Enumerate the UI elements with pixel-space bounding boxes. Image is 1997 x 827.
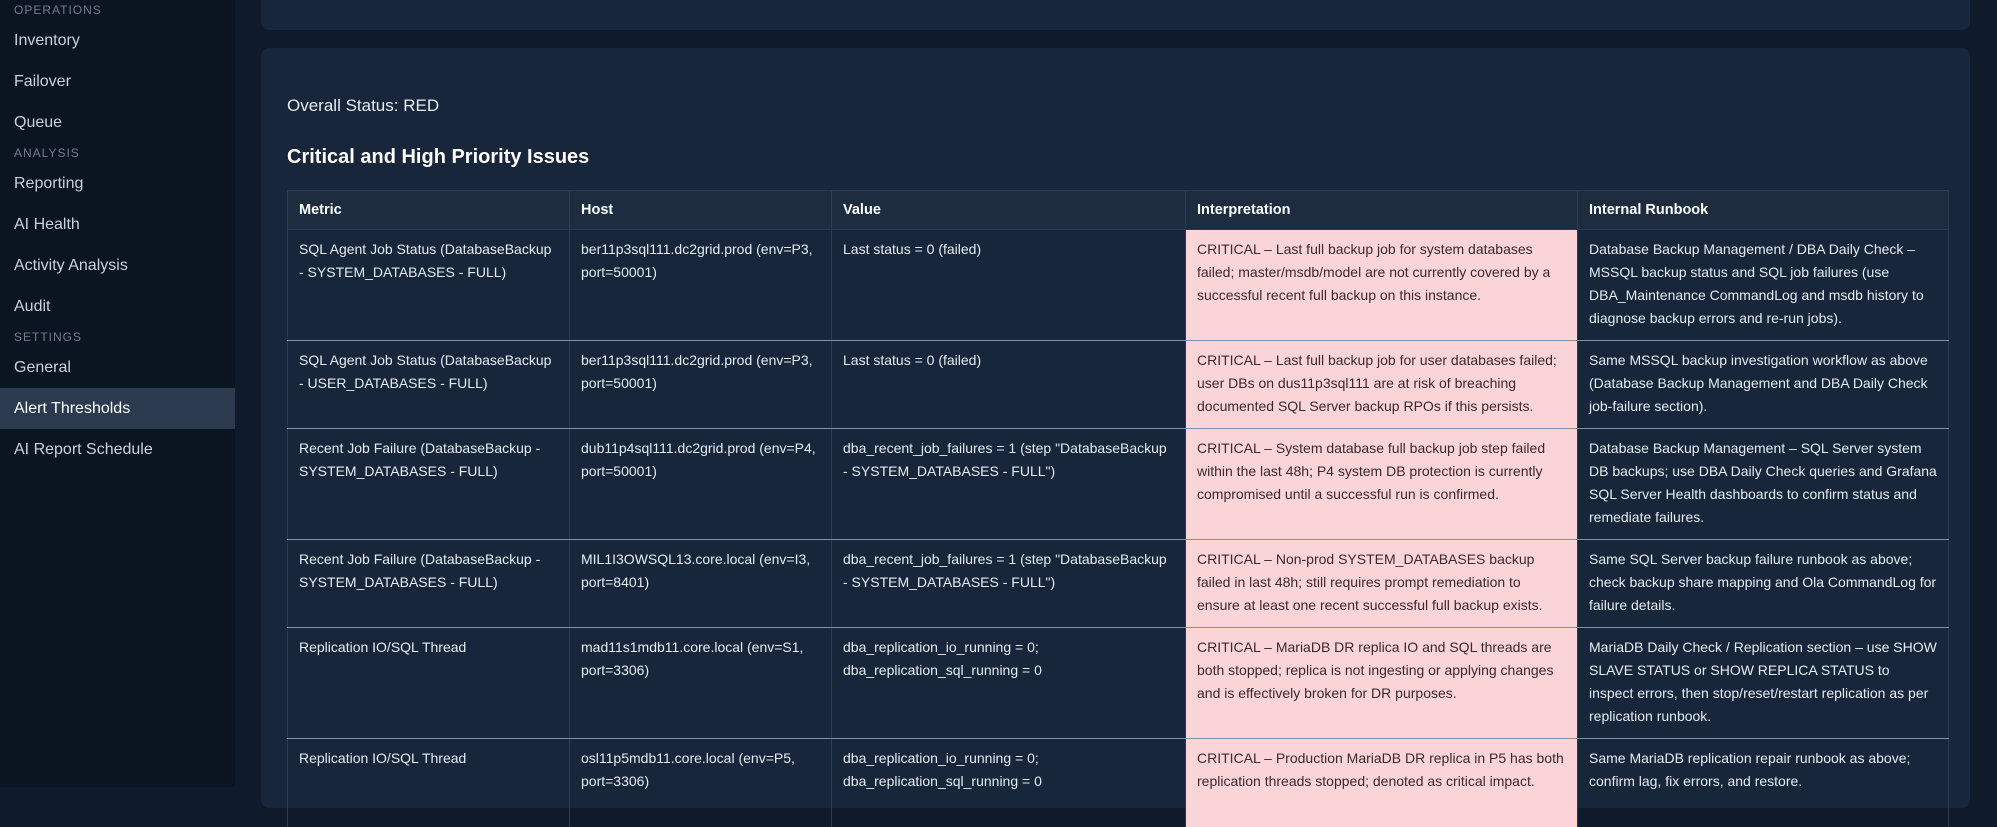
sidebar-item-inventory[interactable]: Inventory [0, 20, 235, 61]
runbook-cell: MariaDB Daily Check / Replication sectio… [1578, 628, 1949, 739]
interpretation-cell: CRITICAL – System database full backup j… [1186, 429, 1578, 540]
value-cell: Last status = 0 (failed) [832, 230, 1186, 341]
interpretation-cell: CRITICAL – Production MariaDB DR replica… [1186, 739, 1578, 827]
metric-cell: SQL Agent Job Status (DatabaseBackup - S… [288, 230, 570, 341]
runbook-cell: Same MSSQL backup investigation workflow… [1578, 341, 1949, 429]
sidebar: OPERATIONS Inventory Failover Queue ANAL… [0, 0, 235, 787]
value-cell: Last status = 0 (failed) [832, 341, 1186, 429]
section-heading: Critical and High Priority Issues [287, 146, 589, 169]
sidebar-item-queue[interactable]: Queue [0, 102, 235, 143]
overall-status: Overall Status: RED [287, 96, 439, 116]
column-header-value: Value [832, 191, 1186, 230]
host-cell: ber11p3sql111.dc2grid.prod (env=P3, port… [570, 341, 832, 429]
sidebar-item-audit[interactable]: Audit [0, 286, 235, 327]
value-cell: dba_recent_job_failures = 1 (step "Datab… [832, 540, 1186, 628]
runbook-cell: Same MariaDB replication repair runbook … [1578, 739, 1949, 827]
nav-section-settings: SETTINGS [0, 327, 235, 347]
host-cell: mad11s1mdb11.core.local (env=S1, port=33… [570, 628, 832, 739]
host-cell: MIL1I3OWSQL13.core.local (env=I3, port=8… [570, 540, 832, 628]
nav-section-operations: OPERATIONS [0, 0, 235, 20]
main-content: Overall Status: RED Critical and High Pr… [235, 0, 1997, 787]
table-header-row: Metric Host Value Interpretation Interna… [288, 191, 1949, 230]
table-row: SQL Agent Job Status (DatabaseBackup - S… [288, 230, 1949, 341]
runbook-cell: Database Backup Management – SQL Server … [1578, 429, 1949, 540]
column-header-interpretation: Interpretation [1186, 191, 1578, 230]
table-row: Replication IO/SQL Thread mad11s1mdb11.c… [288, 628, 1949, 739]
issues-table: Metric Host Value Interpretation Interna… [287, 190, 1949, 827]
sidebar-item-ai-health[interactable]: AI Health [0, 204, 235, 245]
column-header-host: Host [570, 191, 832, 230]
report-card: Overall Status: RED Critical and High Pr… [261, 48, 1970, 808]
column-header-metric: Metric [288, 191, 570, 230]
interpretation-cell: CRITICAL – Non-prod SYSTEM_DATABASES bac… [1186, 540, 1578, 628]
sidebar-item-activity-analysis[interactable]: Activity Analysis [0, 245, 235, 286]
metric-cell: Replication IO/SQL Thread [288, 628, 570, 739]
value-cell: dba_replication_io_running = 0; dba_repl… [832, 739, 1186, 827]
host-cell: osl11p5mdb11.core.local (env=P5, port=33… [570, 739, 832, 827]
sidebar-item-ai-report-schedule[interactable]: AI Report Schedule [0, 429, 235, 470]
interpretation-cell: CRITICAL – MariaDB DR replica IO and SQL… [1186, 628, 1578, 739]
sidebar-item-general[interactable]: General [0, 347, 235, 388]
table-row: Recent Job Failure (DatabaseBackup - SYS… [288, 540, 1949, 628]
metric-cell: Recent Job Failure (DatabaseBackup - SYS… [288, 540, 570, 628]
nav-section-analysis: ANALYSIS [0, 143, 235, 163]
host-cell: ber11p3sql111.dc2grid.prod (env=P3, port… [570, 230, 832, 341]
sidebar-item-alert-thresholds[interactable]: Alert Thresholds [0, 388, 235, 429]
sidebar-item-reporting[interactable]: Reporting [0, 163, 235, 204]
value-cell: dba_recent_job_failures = 1 (step "Datab… [832, 429, 1186, 540]
previous-card [261, 0, 1970, 30]
table-row: Replication IO/SQL Thread osl11p5mdb11.c… [288, 739, 1949, 827]
runbook-cell: Same SQL Server backup failure runbook a… [1578, 540, 1949, 628]
metric-cell: Recent Job Failure (DatabaseBackup - SYS… [288, 429, 570, 540]
table-row: SQL Agent Job Status (DatabaseBackup - U… [288, 341, 1949, 429]
metric-cell: Replication IO/SQL Thread [288, 739, 570, 827]
interpretation-cell: CRITICAL – Last full backup job for syst… [1186, 230, 1578, 341]
value-cell: dba_replication_io_running = 0; dba_repl… [832, 628, 1186, 739]
metric-cell: SQL Agent Job Status (DatabaseBackup - U… [288, 341, 570, 429]
interpretation-cell: CRITICAL – Last full backup job for user… [1186, 341, 1578, 429]
sidebar-item-failover[interactable]: Failover [0, 61, 235, 102]
table-row: Recent Job Failure (DatabaseBackup - SYS… [288, 429, 1949, 540]
column-header-runbook: Internal Runbook [1578, 191, 1949, 230]
host-cell: dub11p4sql111.dc2grid.prod (env=P4, port… [570, 429, 832, 540]
runbook-cell: Database Backup Management / DBA Daily C… [1578, 230, 1949, 341]
